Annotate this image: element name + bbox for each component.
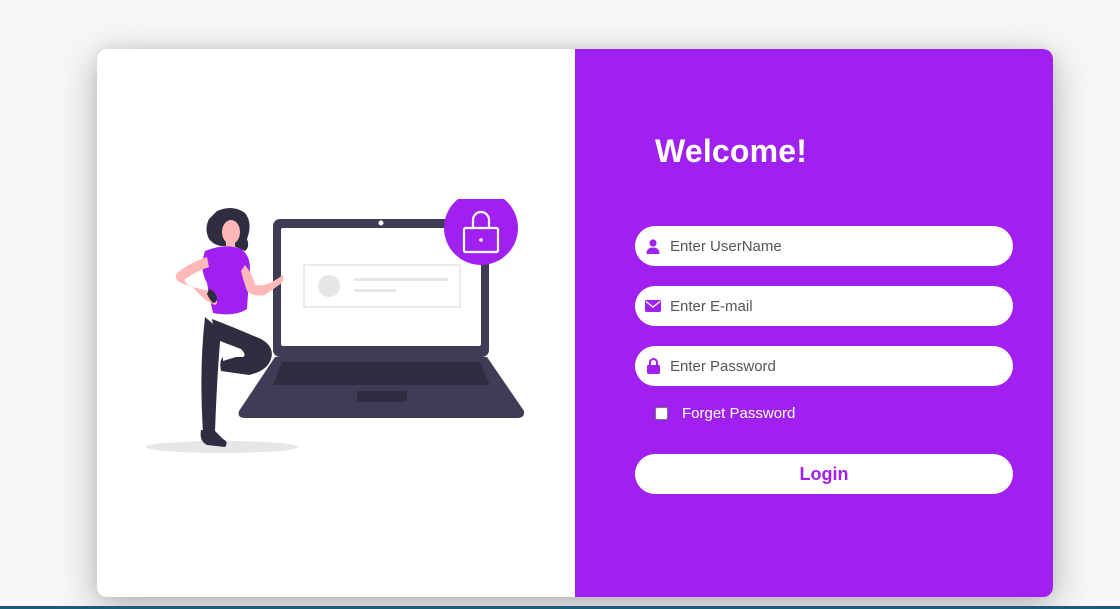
username-field[interactable] [635, 226, 1013, 266]
user-icon [645, 238, 661, 254]
forget-password-option[interactable]: Forget Password [655, 405, 795, 422]
lock-icon [645, 358, 661, 374]
password-input[interactable] [670, 357, 990, 375]
page: Welcome! Forget [0, 0, 1120, 609]
screen-card-line [354, 289, 396, 292]
laptop-camera [378, 220, 384, 226]
username-input[interactable] [670, 237, 990, 255]
email-field[interactable] [635, 286, 1013, 326]
login-card: Welcome! Forget [97, 49, 1053, 597]
login-illustration [146, 199, 525, 453]
screen-card-line [354, 278, 448, 281]
laptop-keyboard [273, 362, 490, 385]
screen-card-avatar [318, 275, 340, 297]
laptop-touchpad [357, 391, 407, 402]
page-title: Welcome! [655, 133, 808, 169]
email-input[interactable] [670, 297, 990, 315]
forget-password-label: Forget Password [682, 405, 796, 422]
password-field[interactable] [635, 346, 1013, 386]
login-form-panel: Welcome! Forget [575, 49, 1053, 597]
illustration-panel [97, 49, 575, 597]
login-button[interactable]: Login [635, 454, 1013, 494]
forget-password-checkbox[interactable] [655, 407, 668, 420]
envelope-icon [645, 298, 661, 314]
